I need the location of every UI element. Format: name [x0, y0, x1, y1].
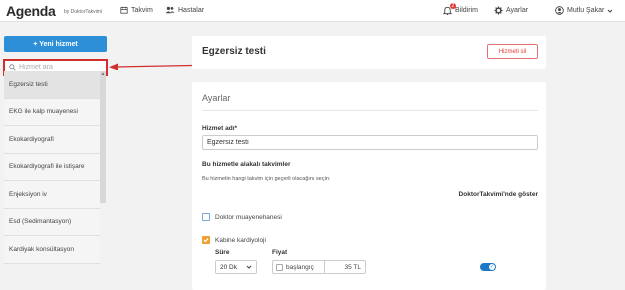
gear-icon: [494, 6, 503, 15]
service-item[interactable]: Kardiyak konsültasyon: [4, 236, 100, 264]
divider: [202, 110, 538, 111]
service-name-label: Hizmet adı*: [202, 125, 238, 132]
service-item[interactable]: Enjeksiyon iv: [4, 181, 100, 209]
price-start-label: başlangıç: [286, 263, 314, 271]
delete-service-button[interactable]: Hizmeti sil: [487, 44, 538, 59]
duration-value: 20 Dk: [220, 263, 237, 271]
settings-card: Ayarlar Hizmet adı* Bu hizmetle alakalı …: [192, 82, 546, 290]
nav-patients[interactable]: Hastalar: [165, 6, 204, 14]
calendar-option-label: Doktor muayenehanesi: [215, 213, 282, 221]
check-icon: ✓: [489, 264, 495, 270]
duration-label: Süre: [215, 249, 230, 256]
user-menu[interactable]: Mutlu Şakar: [555, 6, 613, 15]
show-on-dt-toggle[interactable]: ✓: [480, 263, 496, 271]
app-logo-subtitle: by DoktorTakvimi: [64, 9, 103, 15]
checkbox[interactable]: [202, 213, 210, 221]
service-header-card: Egzersiz testi Hizmeti sil: [192, 36, 546, 69]
nav-calendar-label: Takvim: [131, 6, 153, 14]
service-list-scrollbar[interactable]: [100, 71, 106, 203]
nav-settings-label: Ayarlar: [506, 7, 529, 14]
service-name-input[interactable]: [202, 135, 538, 150]
price-value[interactable]: 35 TL: [325, 264, 365, 271]
price-start-checkbox[interactable]: [276, 263, 283, 271]
notification-badge: 2: [450, 3, 456, 9]
calendars-help-text: Bu hizmetin hangi takvim için geçerli ol…: [202, 176, 331, 182]
chevron-down-icon: [608, 9, 613, 13]
user-avatar-icon: [555, 6, 564, 15]
scroll-up-icon[interactable]: ▲: [100, 71, 106, 77]
calendar-option-label: Kabine kardiyoloji: [215, 236, 266, 244]
check-icon: [203, 238, 209, 243]
price-field[interactable]: başlangıç 35 TL: [272, 260, 366, 274]
nav-calendar[interactable]: Takvim: [120, 6, 153, 14]
service-item[interactable]: EKG ile kalp muayenesi: [4, 98, 100, 126]
section-title: Ayarlar: [202, 93, 231, 103]
calendar-option-cardiology[interactable]: Kabine kardiyoloji: [202, 236, 266, 244]
app-logo[interactable]: Agenda: [6, 3, 56, 19]
calendar-option-doctor-office[interactable]: Doktor muayenehanesi: [202, 213, 282, 221]
page-title: Egzersiz testi: [202, 46, 266, 57]
service-item[interactable]: Egzersiz testi: [4, 71, 100, 99]
service-item[interactable]: Esd (Sedimantasyon): [4, 208, 100, 236]
nav-notifications-label: Bildirim: [455, 7, 478, 14]
checkbox-checked[interactable]: [202, 236, 210, 244]
calendars-label: Bu hizmetle alakalı takvimler: [202, 161, 291, 168]
nav-notifications[interactable]: 2 Bildirim: [443, 3, 478, 15]
service-item[interactable]: Ekokardiyografi: [4, 126, 100, 154]
top-bar: Agenda by DoktorTakvimi Takvim Hastalar …: [0, 0, 625, 22]
annotation-arrow: [109, 63, 193, 70]
search-input[interactable]: [19, 64, 104, 71]
show-on-dt-header: DoktorTakvimi'nde göster: [458, 191, 538, 198]
nav-patients-label: Hastalar: [178, 6, 205, 14]
chevron-down-icon: [246, 265, 252, 269]
service-list: Egzersiz testi EKG ile kalp muayenesi Ek…: [4, 71, 100, 264]
users-icon: [165, 6, 175, 14]
duration-select[interactable]: 20 Dk: [215, 260, 257, 274]
calendar-icon: [120, 6, 128, 14]
service-item[interactable]: Ekokardiyografi ile istişare: [4, 153, 100, 181]
price-label: Fiyat: [272, 249, 288, 256]
nav-settings[interactable]: Ayarlar: [494, 6, 528, 15]
user-name: Mutlu Şakar: [567, 7, 605, 14]
search-icon: [9, 64, 16, 71]
new-service-button[interactable]: + Yeni hizmet: [4, 36, 107, 52]
